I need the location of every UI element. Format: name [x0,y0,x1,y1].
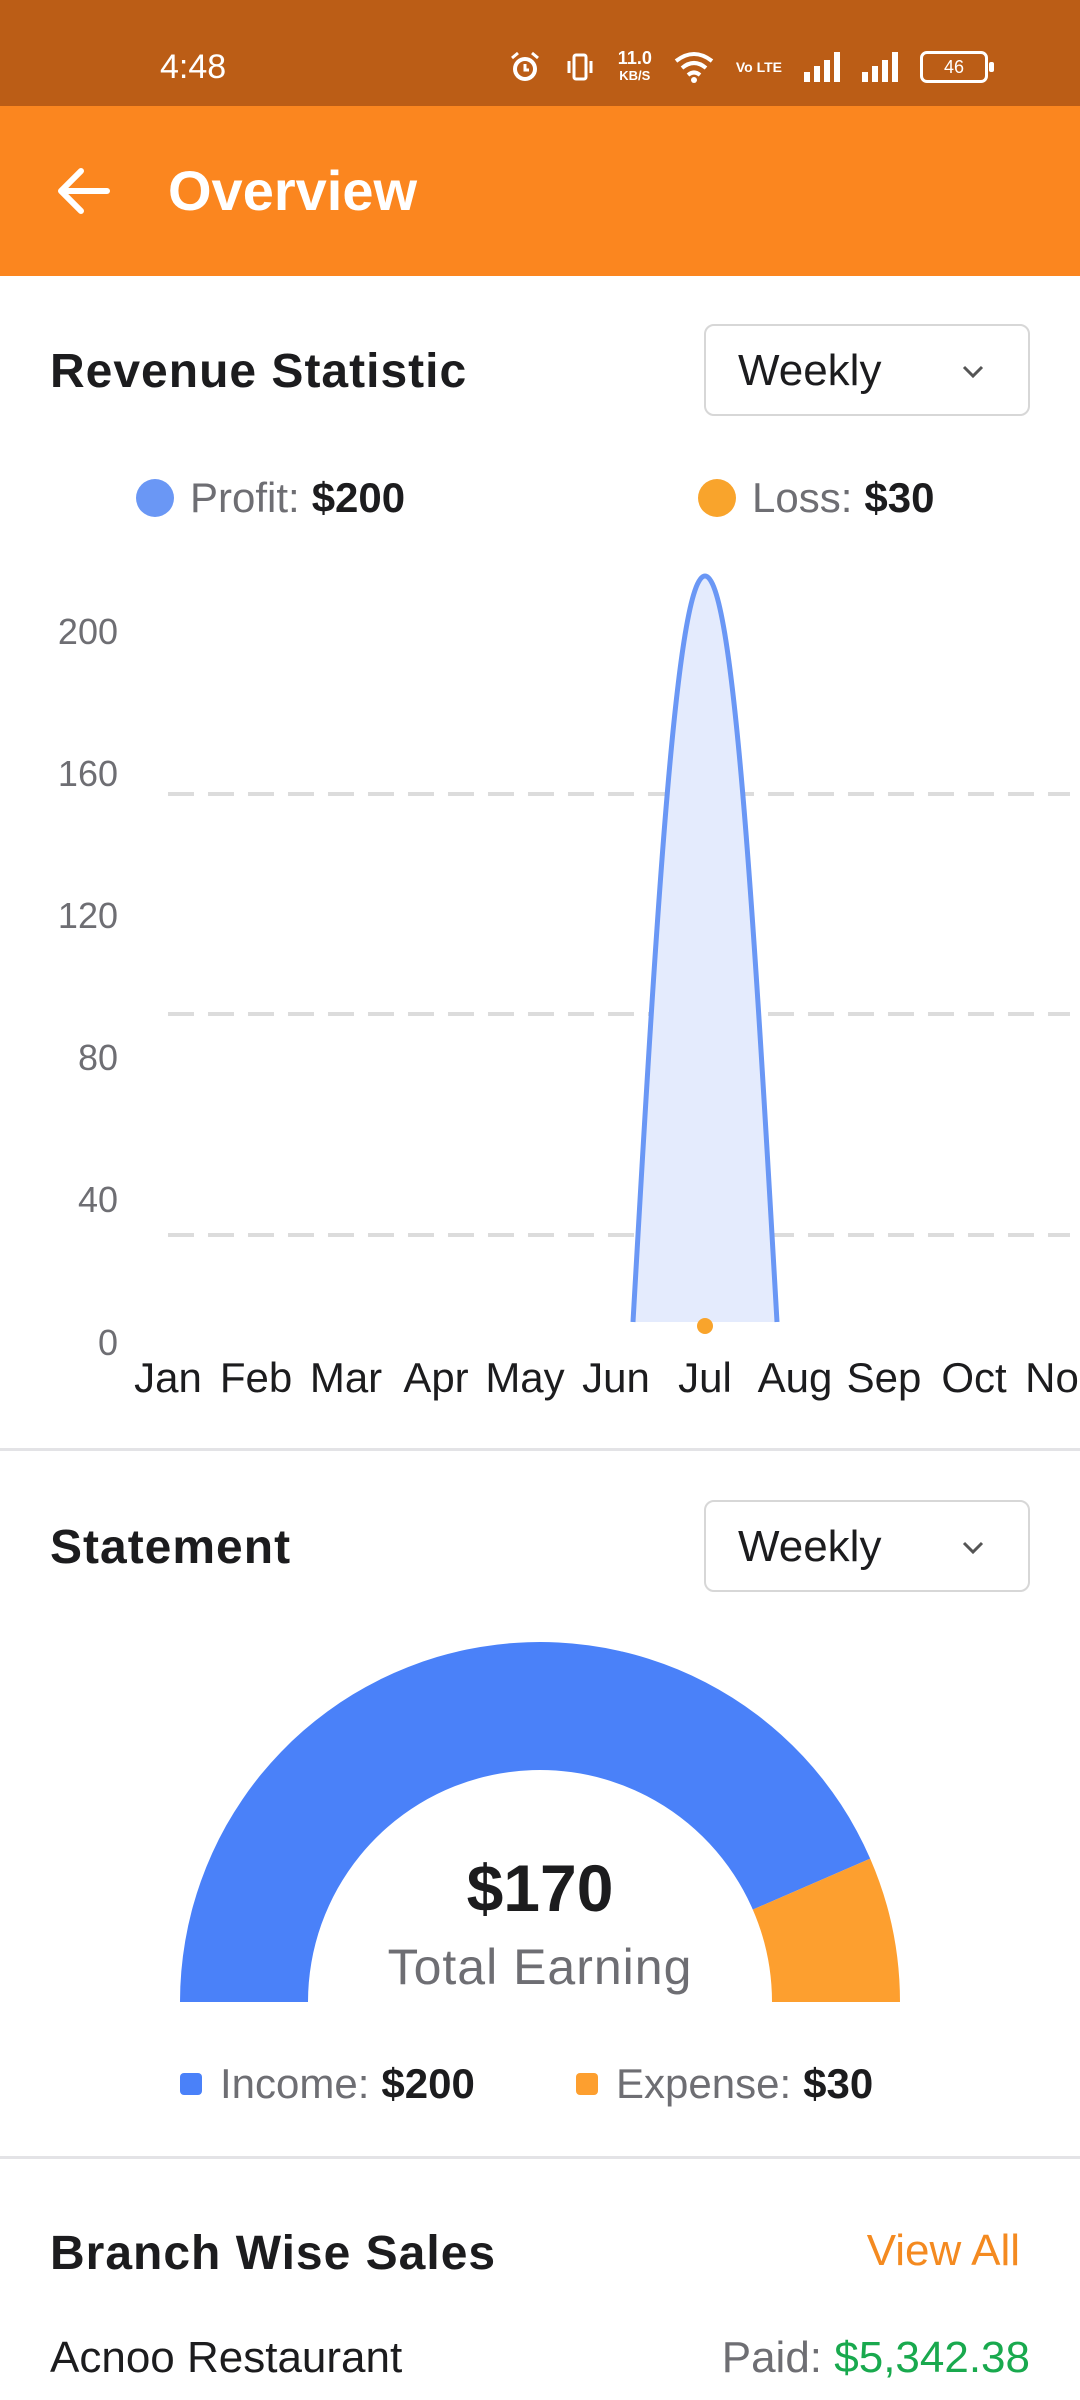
legend-income-value: $200 [381,2060,475,2107]
x-tick-label: Aug [758,1354,833,1401]
statement-title: Statement [50,1521,292,1574]
legend-income-label: Income: [220,2060,370,2107]
x-tick-label: Feb [220,1354,292,1401]
branch-paid-value: $5,342.38 [834,2333,1030,2382]
branch-paid-label: Paid: [721,2333,823,2382]
y-tick-label: 160 [58,753,118,794]
statement-period-value: Weekly [738,1522,882,1571]
view-all-link[interactable]: View All [867,2226,1020,2276]
y-tick-label: 80 [78,1037,118,1078]
loss-point [697,1318,713,1334]
legend-expense: Expense: $30 [576,2060,873,2108]
branch-paid: Paid: $5,342.38 [722,2333,1030,2383]
statement-period-dropdown[interactable]: Weekly [704,1500,1030,1592]
x-tick-label: Oct [941,1354,1007,1401]
revenue-chart-svg: 0 40 80 120 160 200 Jan Feb Mar Apr May Jun Jul Aug Se… [58,573,1079,1401]
legend-expense-label: Expense: [616,2060,792,2107]
branch-name[interactable]: Acnoo Restaurant [50,2333,402,2383]
branch-sales-title: Branch Wise Sales [50,2227,497,2280]
legend-expense-value: $30 [803,2060,874,2107]
x-tick-label: May [485,1354,564,1401]
x-tick-label: Jan [134,1354,202,1401]
income-square-icon [180,2073,202,2095]
y-tick-label: 200 [58,611,118,652]
legend-income: Income: $200 [180,2060,475,2108]
y-tick-label: 120 [58,895,118,936]
x-tick-label: Sep [847,1354,922,1401]
x-tick-label: Apr [403,1354,468,1401]
divider [0,2156,1080,2159]
x-tick-label: Mar [310,1354,382,1401]
divider [0,1448,1080,1451]
expense-square-icon [576,2073,598,2095]
total-earning-amount: $170 [466,1851,614,1925]
x-tick-label: Jun [582,1354,650,1401]
y-tick-label: 40 [78,1179,118,1220]
x-tick-label: No [1025,1354,1079,1401]
chevron-down-icon [962,1541,984,1555]
x-tick-label: Jul [678,1354,732,1401]
total-earning-label: Total Earning [387,1939,693,1995]
y-tick-label: 0 [98,1322,118,1363]
